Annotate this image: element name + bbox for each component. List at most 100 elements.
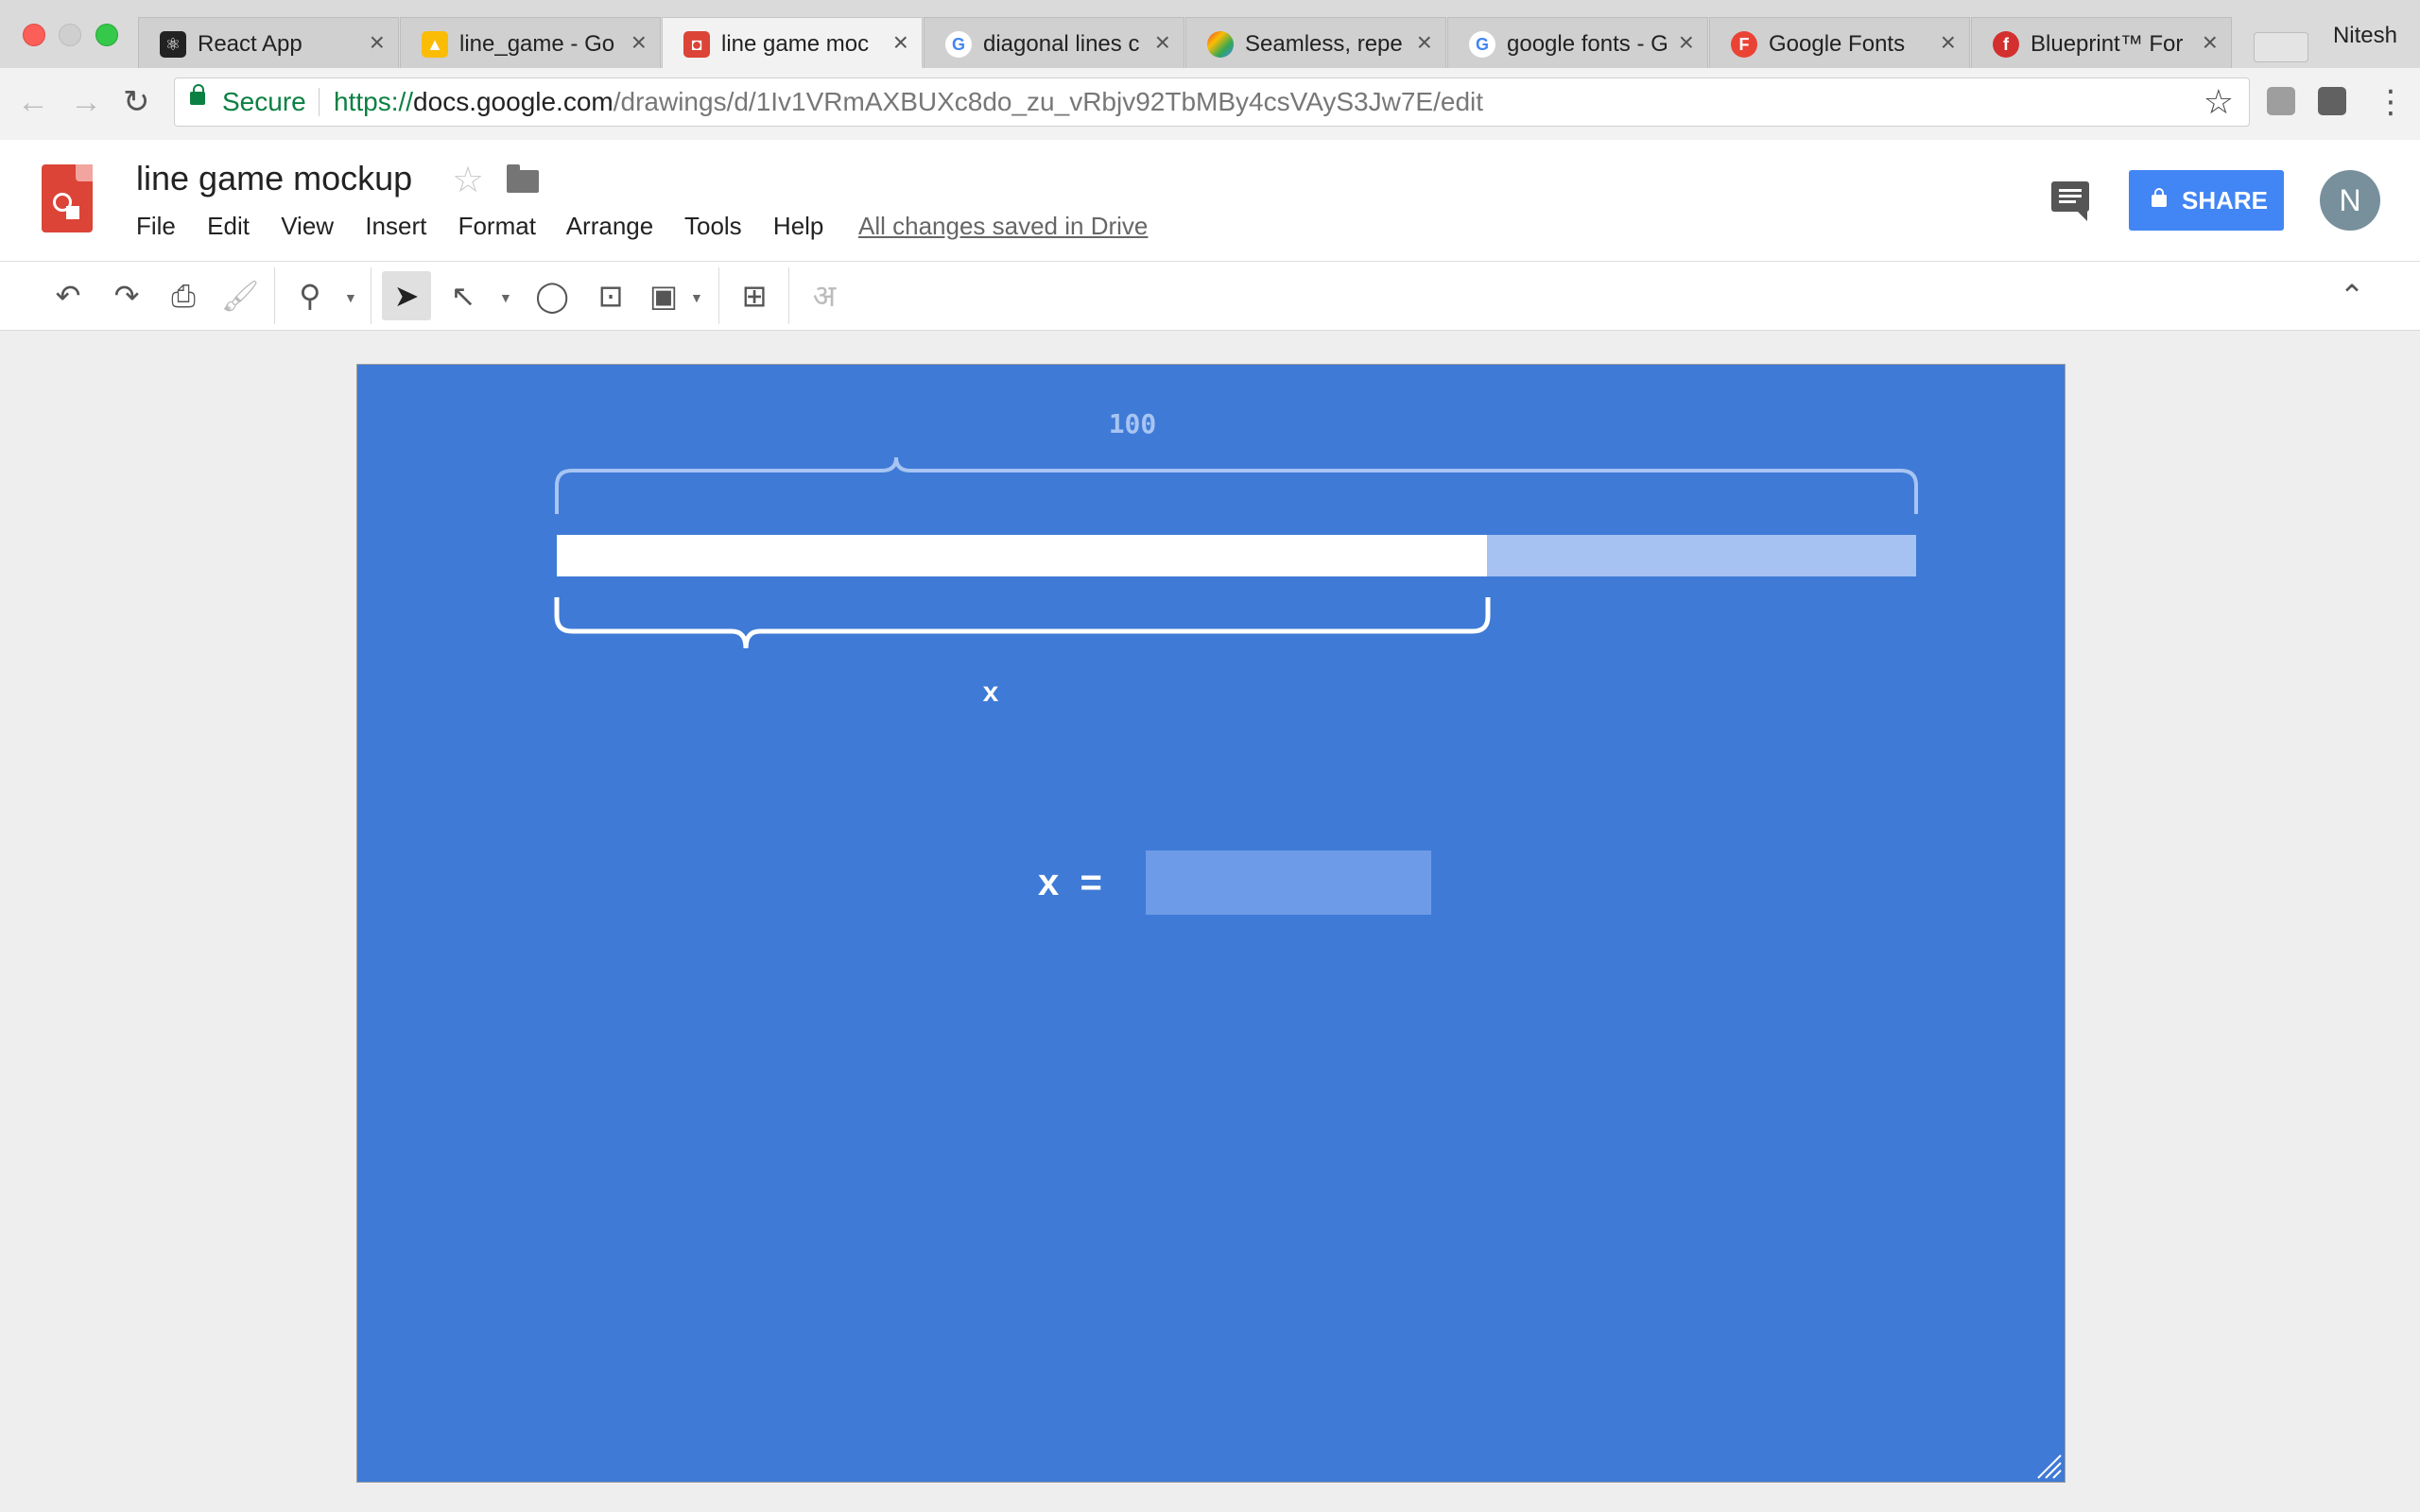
redo-icon[interactable]: ↷ bbox=[102, 271, 151, 320]
drawing-toolbar: ↶ ↷ ⎙ 🖌 ⚲ ▼ ➤ ↖ ▼ ◯ ⊡ ▣ ▼ ⊞ अ ⌃ bbox=[0, 262, 2420, 331]
tab-close-icon[interactable]: × bbox=[1417, 27, 1432, 58]
tab-close-icon[interactable]: × bbox=[893, 27, 908, 58]
browser-tab[interactable]: ⚛ React App × bbox=[138, 17, 399, 68]
resize-handle-icon[interactable] bbox=[2034, 1452, 2063, 1480]
browser-tab-strip: ⚛ React App × ▲ line_game - Go × ◘ line … bbox=[0, 0, 2420, 68]
chevron-down-icon[interactable]: ▼ bbox=[344, 290, 357, 305]
select-icon[interactable]: ➤ bbox=[382, 271, 431, 320]
answer-input[interactable] bbox=[1146, 850, 1431, 915]
bookmark-star-icon[interactable]: ☆ bbox=[2204, 82, 2234, 122]
window-zoom-button[interactable] bbox=[95, 24, 118, 46]
browser-tab[interactable]: Seamless, repe × bbox=[1185, 17, 1446, 68]
extension-android-icon[interactable] bbox=[2267, 87, 2295, 115]
folder-icon[interactable] bbox=[507, 164, 539, 193]
top-brace bbox=[555, 456, 1918, 514]
back-icon[interactable]: ← bbox=[17, 83, 49, 121]
zoom-icon[interactable]: ⚲ bbox=[285, 271, 335, 320]
lock-icon bbox=[2152, 188, 2167, 207]
tab-close-icon[interactable]: × bbox=[1155, 27, 1170, 58]
browser-tab[interactable]: ▲ line_game - Go × bbox=[400, 17, 661, 68]
undo-icon[interactable]: ↶ bbox=[43, 271, 93, 320]
address-bar[interactable]: Secure https://docs.google.com/drawings/… bbox=[174, 77, 2250, 127]
bottom-brace bbox=[554, 597, 1491, 649]
divider bbox=[718, 267, 719, 324]
comments-icon[interactable] bbox=[2051, 181, 2089, 221]
reload-icon[interactable]: ↻ bbox=[123, 83, 150, 121]
window-close-button[interactable] bbox=[23, 24, 45, 46]
menu-file[interactable]: File bbox=[136, 212, 176, 240]
print-icon[interactable]: ⎙ bbox=[159, 271, 208, 320]
equation-label: x = bbox=[1038, 862, 1102, 903]
browser-tab[interactable]: f Blueprint™ For × bbox=[1971, 17, 2232, 68]
comment-icon[interactable]: ⊞ bbox=[730, 271, 779, 320]
extension-lightbulb-icon[interactable] bbox=[2318, 87, 2346, 115]
lock-icon bbox=[190, 84, 205, 105]
browser-tab[interactable]: G google fonts - G × bbox=[1447, 17, 1708, 68]
tab-close-icon[interactable]: × bbox=[1941, 27, 1956, 58]
tab-close-icon[interactable]: × bbox=[631, 27, 647, 58]
divider bbox=[371, 267, 372, 324]
tab-title: line_game - Go bbox=[459, 31, 615, 57]
collapse-toolbar-icon[interactable]: ⌃ bbox=[2327, 271, 2377, 320]
fontshop-icon: f bbox=[1993, 31, 2019, 58]
line-bar-track bbox=[557, 535, 1916, 576]
input-tools-icon[interactable]: अ bbox=[800, 271, 849, 320]
menu-format[interactable]: Format bbox=[458, 212, 536, 240]
forward-icon[interactable]: → bbox=[70, 83, 102, 121]
tab-close-icon[interactable]: × bbox=[370, 27, 385, 58]
share-label: SHARE bbox=[2182, 186, 2269, 215]
url-text[interactable]: https://docs.google.com/drawings/d/1Iv1V… bbox=[334, 87, 1483, 117]
react-icon: ⚛ bbox=[160, 31, 186, 58]
browser-tab[interactable]: G diagonal lines c × bbox=[924, 17, 1184, 68]
drawing-canvas[interactable]: 100 x x = bbox=[356, 364, 2066, 1483]
star-icon[interactable]: ☆ bbox=[452, 159, 484, 201]
browser-menu-icon[interactable]: ⋮ bbox=[2375, 83, 2407, 121]
colorful-icon bbox=[1207, 31, 1234, 58]
paint-format-icon[interactable]: 🖌 bbox=[216, 271, 265, 320]
google-drawings-logo[interactable] bbox=[42, 164, 93, 232]
tab-title: Seamless, repe bbox=[1245, 31, 1403, 57]
document-title[interactable]: line game mockup bbox=[136, 159, 412, 198]
menu-edit[interactable]: Edit bbox=[207, 212, 250, 240]
divider bbox=[319, 88, 320, 116]
line-icon[interactable]: ↖ bbox=[439, 271, 488, 320]
menu-bar: File Edit View Insert Format Arrange Too… bbox=[136, 212, 848, 241]
avatar[interactable]: N bbox=[2320, 170, 2380, 231]
tab-title: google fonts - G bbox=[1507, 31, 1668, 57]
app-header: line game mockup ☆ File Edit View Insert… bbox=[0, 140, 2420, 262]
bracket-layer bbox=[554, 456, 1918, 649]
tab-close-icon[interactable]: × bbox=[1679, 27, 1694, 58]
line-bar-fill bbox=[557, 535, 1487, 576]
browser-profile-name[interactable]: Nitesh bbox=[2333, 23, 2397, 49]
chevron-down-icon[interactable]: ▼ bbox=[690, 290, 703, 305]
tab-title: diagonal lines c bbox=[983, 31, 1140, 57]
menu-insert[interactable]: Insert bbox=[365, 212, 426, 240]
text-box-icon[interactable]: ⊡ bbox=[586, 271, 635, 320]
menu-help[interactable]: Help bbox=[773, 212, 823, 240]
share-button[interactable]: SHARE bbox=[2129, 170, 2284, 231]
browser-toolbar: ← → ↻ Secure https://docs.google.com/dra… bbox=[0, 68, 2420, 141]
menu-arrange[interactable]: Arrange bbox=[566, 212, 654, 240]
google-drive-icon: ▲ bbox=[422, 31, 448, 58]
tab-title: Blueprint™ For bbox=[2031, 31, 2184, 57]
save-status[interactable]: All changes saved in Drive bbox=[858, 212, 1148, 241]
tab-title: React App bbox=[198, 31, 302, 57]
browser-tab-active[interactable]: ◘ line game moc × bbox=[662, 17, 923, 68]
tab-close-icon[interactable]: × bbox=[2203, 27, 2218, 58]
secure-label: Secure bbox=[222, 87, 306, 116]
google-icon: G bbox=[1469, 31, 1495, 58]
divider bbox=[788, 267, 789, 324]
divider bbox=[274, 267, 275, 324]
browser-tab[interactable]: F Google Fonts × bbox=[1709, 17, 1970, 68]
shape-icon[interactable]: ◯ bbox=[527, 271, 577, 320]
menu-tools[interactable]: Tools bbox=[684, 212, 742, 240]
google-fonts-icon: F bbox=[1731, 31, 1757, 58]
chevron-down-icon[interactable]: ▼ bbox=[499, 290, 512, 305]
new-tab-button[interactable] bbox=[2254, 32, 2308, 62]
image-icon[interactable]: ▣ bbox=[639, 271, 688, 320]
window-minimize-button[interactable] bbox=[59, 24, 81, 46]
menu-view[interactable]: View bbox=[281, 212, 334, 240]
tab-title: line game moc bbox=[721, 31, 870, 57]
x-label: x bbox=[982, 677, 999, 708]
google-drawings-icon: ◘ bbox=[683, 31, 710, 58]
